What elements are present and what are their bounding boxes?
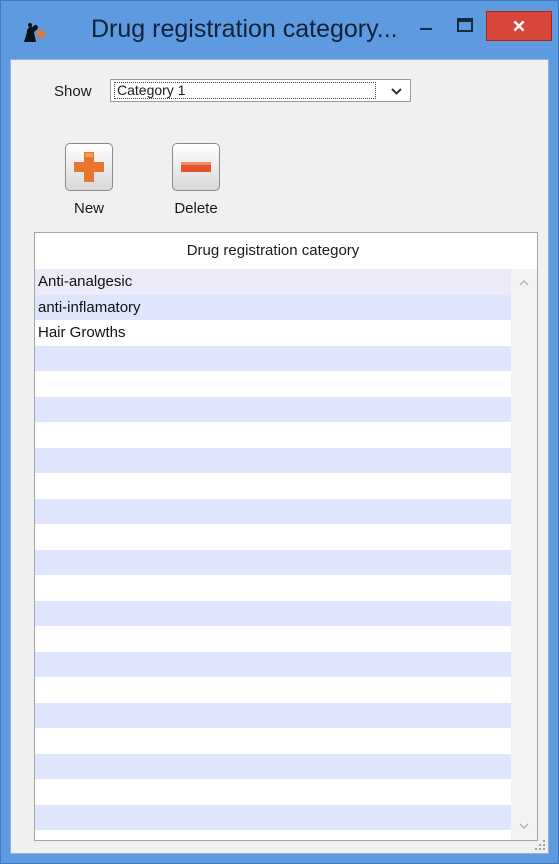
chevron-down-icon: [391, 88, 402, 95]
empty-row: [35, 371, 511, 397]
new-button-label: New: [73, 200, 104, 217]
show-dropdown[interactable]: Category 1: [110, 79, 411, 102]
empty-row: [35, 626, 511, 652]
close-icon[interactable]: [486, 11, 552, 41]
minus-icon: [181, 162, 211, 172]
app-icon: [24, 23, 45, 42]
minimize-icon[interactable]: [409, 11, 443, 41]
title-bar[interactable]: Drug registration category...: [1, 1, 558, 59]
empty-row: [35, 549, 511, 575]
empty-row: [35, 651, 511, 677]
column-header-category[interactable]: Drug registration category: [35, 233, 511, 268]
empty-row: [35, 396, 511, 422]
chevron-up-icon[interactable]: [519, 279, 529, 287]
empty-row: [35, 753, 511, 779]
empty-row: [35, 524, 511, 550]
show-label: Show: [54, 83, 92, 100]
empty-row: [35, 473, 511, 499]
drug-registration-window: Drug registration category... Show Categ…: [0, 0, 559, 864]
empty-row: [35, 345, 511, 371]
plus-icon: [74, 152, 104, 182]
empty-row: [35, 702, 511, 728]
vertical-scrollbar[interactable]: [511, 269, 537, 840]
grid-rows: Anti-analgesic anti-inflamatory Hair Gro…: [35, 269, 511, 830]
window-client-area: Show Category 1 New Delete Drug registra…: [10, 59, 549, 854]
maximize-icon[interactable]: [448, 11, 482, 41]
new-button[interactable]: [65, 143, 113, 191]
empty-row: [35, 728, 511, 754]
empty-row: [35, 447, 511, 473]
delete-button-label: Delete: [174, 200, 218, 217]
resize-grip-icon[interactable]: [532, 837, 546, 851]
empty-row: [35, 422, 511, 448]
empty-row: [35, 600, 511, 626]
delete-button[interactable]: [172, 143, 220, 191]
empty-row: [35, 804, 511, 830]
table-row[interactable]: Hair Growths: [35, 320, 511, 346]
category-grid[interactable]: Drug registration category Anti-analgesi…: [34, 232, 538, 841]
table-row[interactable]: Anti-analgesic: [35, 269, 511, 295]
window-title: Drug registration category...: [91, 15, 398, 43]
empty-row: [35, 575, 511, 601]
chevron-down-icon[interactable]: [519, 822, 529, 830]
empty-row: [35, 779, 511, 805]
empty-row: [35, 498, 511, 524]
show-dropdown-value: Category 1: [114, 82, 376, 99]
table-row[interactable]: anti-inflamatory: [35, 294, 511, 320]
empty-row: [35, 677, 511, 703]
